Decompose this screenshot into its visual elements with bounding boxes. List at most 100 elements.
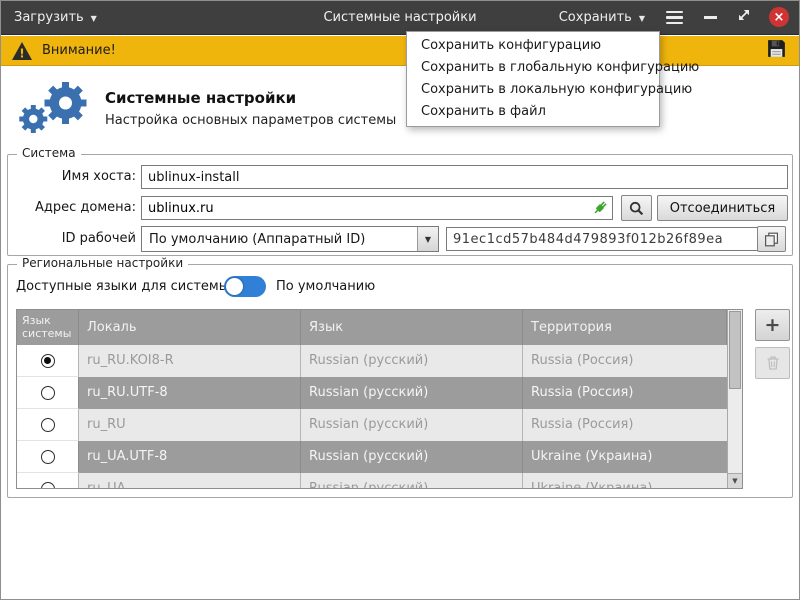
svg-text:!: ! [19,46,24,60]
menu-item-save-config[interactable]: Сохранить конфигурацию [407,35,659,57]
caret-down-icon: ▼ [732,477,737,485]
system-group: Система Имя хоста: Адрес домена: Отсоеди… [7,154,793,256]
close-button[interactable]: × [769,7,789,27]
system-group-legend: Система [17,146,81,160]
row-language: Russian (русский) [301,441,523,473]
minimize-icon [704,16,717,18]
languages-toggle[interactable] [224,276,266,297]
maximize-button[interactable] [736,7,752,27]
column-header-locale: Локаль [79,310,301,345]
row-territory: Ukraine (Украина) [523,441,742,473]
regional-group-legend: Региональные настройки [17,256,188,270]
table-row[interactable]: ru_UA.UTF-8 Russian (русский) Ukraine (У… [17,441,742,473]
regional-group: Региональные настройки Доступные языки д… [7,264,793,498]
domain-label: Адрес домена: [10,196,136,220]
save-menu-label: Сохранить [559,10,632,25]
copy-button[interactable] [757,226,786,252]
titlebar-controls: Сохранить ▼ × [557,7,799,28]
radio-button[interactable] [41,482,55,490]
copy-icon [764,232,779,247]
page-title: Системные настройки [105,89,296,107]
close-icon: × [774,11,785,24]
minimize-button[interactable] [702,10,719,24]
floppy-icon [766,38,787,59]
window: { "titlebar": { "load_label": "Загрузить… [0,0,800,600]
magnifier-icon [629,201,644,216]
scrollbar-down-button[interactable]: ▼ [728,473,742,488]
table-row[interactable]: ru_UA Russian (русский) Ukraine (Украина… [17,473,742,489]
plus-icon: + [765,316,781,335]
titlebar: Системные настройки Загрузить ▼ Сохранит… [1,1,799,35]
table-row[interactable]: ru_RU.KOI8-R Russian (русский) Russia (Р… [17,345,742,377]
expand-icon [736,7,752,23]
plug-connected-icon [592,199,609,216]
load-menu-button[interactable]: Загрузить ▼ [1,1,110,34]
domain-input-wrap [141,196,613,220]
row-territory: Russia (Россия) [523,377,742,409]
row-radio-cell[interactable] [17,345,79,377]
station-id-select[interactable]: По умолчанию (Аппаратный ID) ▼ [141,226,439,252]
caret-down-icon: ▼ [91,14,97,23]
station-id-value-field[interactable] [446,227,758,251]
hamburger-icon [666,11,683,13]
locale-table-body: ru_RU.KOI8-R Russian (русский) Russia (Р… [17,345,742,489]
table-row[interactable]: ru_RU.UTF-8 Russian (русский) Russia (Ро… [17,377,742,409]
page-subtitle: Настройка основных параметров системы [105,113,396,128]
load-menu-label: Загрузить [14,10,84,25]
domain-input[interactable] [141,196,613,220]
hamburger-menu-button[interactable] [664,7,685,28]
row-language: Russian (русский) [301,345,523,377]
row-language: Russian (русский) [301,473,523,489]
scrollbar-thumb[interactable] [729,311,741,389]
caret-down-icon: ▼ [639,14,645,23]
caret-down-icon: ▼ [425,235,431,244]
row-language: Russian (русский) [301,377,523,409]
row-language: Russian (русский) [301,409,523,441]
menu-item-save-to-file[interactable]: Сохранить в файл [407,101,659,123]
radio-button[interactable] [41,386,55,400]
save-floppy-button[interactable] [764,36,789,65]
row-locale: ru_RU [79,409,301,441]
add-language-button[interactable]: + [755,309,790,341]
gears-icon [11,77,97,137]
row-radio-cell[interactable] [17,377,79,409]
disconnect-button[interactable]: Отсоединиться [657,195,788,221]
menu-item-save-local-config[interactable]: Сохранить в локальную конфигурацию [407,79,659,101]
hostname-input[interactable] [141,165,788,189]
row-territory: Ukraine (Украина) [523,473,742,489]
column-header-language: Язык [301,310,523,345]
row-locale: ru_UA.UTF-8 [79,441,301,473]
trash-icon [765,355,781,371]
row-locale: ru_UA [79,473,301,489]
column-header-territory: Территория [523,310,727,345]
row-territory: Russia (Россия) [523,345,742,377]
radio-button[interactable] [41,418,55,432]
select-dropdown-button[interactable]: ▼ [417,227,438,251]
warning-icon: ! [11,41,33,61]
locale-table-header: Язык системы Локаль Язык Территория [17,310,742,345]
table-row[interactable]: ru_RU Russian (русский) Russia (Россия) [17,409,742,441]
menu-item-save-global-config[interactable]: Сохранить в глобальную конфигурацию [407,57,659,79]
column-header-system-language: Язык системы [17,310,79,345]
save-dropdown-menu: Сохранить конфигурацию Сохранить в глоба… [406,31,660,127]
toggle-knob [226,278,243,295]
radio-button[interactable] [41,450,55,464]
row-locale: ru_RU.KOI8-R [79,345,301,377]
delete-language-button[interactable] [755,347,790,379]
toggle-state-label: По умолчанию [276,276,375,297]
hostname-label: Имя хоста: [10,165,136,189]
row-radio-cell[interactable] [17,441,79,473]
table-scrollbar[interactable]: ▼ [727,310,742,488]
page-header: Системные настройки Настройка основных п… [1,67,799,147]
available-languages-label: Доступные языки для системы: [16,276,233,297]
save-menu-button[interactable]: Сохранить ▼ [557,10,647,25]
search-button[interactable] [621,195,652,221]
row-radio-cell[interactable] [17,473,79,489]
row-locale: ru_RU.UTF-8 [79,377,301,409]
station-id-selected-option: По умолчанию (Аппаратный ID) [142,232,417,247]
radio-button[interactable] [41,354,55,368]
row-radio-cell[interactable] [17,409,79,441]
warning-text: Внимание! [42,43,116,58]
locale-table: Язык системы Локаль Язык Территория ru_R… [16,309,743,489]
row-territory: Russia (Россия) [523,409,742,441]
